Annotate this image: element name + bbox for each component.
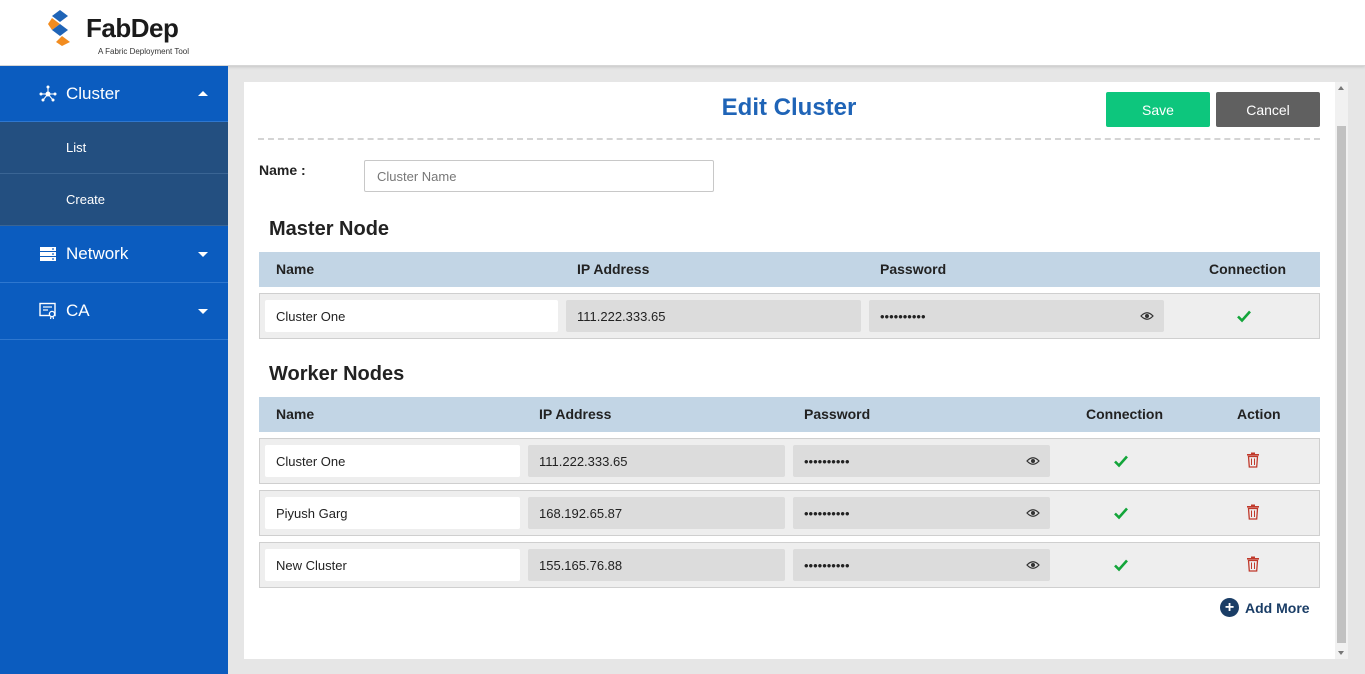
app-name: FabDep: [86, 13, 179, 43]
node-name-input[interactable]: [265, 445, 520, 477]
sidebar: Cluster List Create Network CA: [0, 66, 228, 674]
trash-icon[interactable]: [1246, 504, 1260, 520]
worker-nodes-title: Worker Nodes: [269, 363, 405, 385]
column-header-action: Action: [1237, 406, 1281, 422]
name-label: Name :: [259, 162, 306, 178]
column-header-name: Name: [276, 406, 315, 422]
worker-table-header: Name IP Address Password Connection Acti…: [259, 397, 1320, 432]
trash-icon[interactable]: [1246, 556, 1260, 572]
sidebar-subitem-create[interactable]: Create: [0, 174, 228, 226]
scroll-up-arrow-icon[interactable]: [1338, 86, 1344, 90]
column-header-name: Name: [276, 261, 315, 277]
node-password-input[interactable]: [793, 549, 1050, 581]
node-ip-input[interactable]: [528, 497, 785, 529]
server-icon: [38, 244, 58, 264]
column-header-ip: IP Address: [577, 261, 650, 277]
app-logo[interactable]: FabDep A Fabric Deployment Tool: [48, 10, 208, 58]
scrollbar-thumb[interactable]: [1337, 126, 1346, 643]
eye-icon[interactable]: [1026, 455, 1040, 467]
column-header-ip: IP Address: [539, 406, 612, 422]
column-header-connection: Connection: [1209, 261, 1286, 277]
certificate-icon: [38, 301, 58, 321]
add-more-button[interactable]: + Add More: [1220, 598, 1310, 617]
column-header-password: Password: [880, 261, 947, 277]
chevron-up-icon: [198, 90, 208, 96]
master-node-title: Master Node: [269, 218, 390, 240]
eye-icon[interactable]: [1026, 507, 1040, 519]
node-password-input[interactable]: [869, 300, 1164, 332]
sidebar-subitem-list[interactable]: List: [0, 122, 228, 174]
eye-icon[interactable]: [1026, 559, 1040, 571]
plus-circle-icon: +: [1220, 598, 1239, 617]
sidebar-item-ca[interactable]: CA: [0, 283, 228, 340]
sidebar-item-label: CA: [66, 301, 90, 320]
sidebar-item-cluster[interactable]: Cluster: [0, 66, 228, 122]
master-node-row: [259, 293, 1320, 339]
divider: [258, 138, 1320, 140]
top-header: FabDep A Fabric Deployment Tool: [0, 0, 1365, 66]
save-button[interactable]: Save: [1106, 92, 1210, 127]
node-name-input[interactable]: [265, 497, 520, 529]
worker-node-row: [259, 542, 1320, 588]
sidebar-item-label: Network: [66, 244, 129, 263]
cancel-button[interactable]: Cancel: [1216, 92, 1320, 127]
node-ip-input[interactable]: [528, 549, 785, 581]
chevron-down-icon: [198, 309, 208, 314]
check-icon: [1114, 507, 1128, 520]
scroll-down-arrow-icon[interactable]: [1338, 651, 1344, 655]
node-password-input[interactable]: [793, 445, 1050, 477]
sidebar-item-network[interactable]: Network: [0, 226, 228, 283]
worker-node-row: [259, 490, 1320, 536]
eye-icon[interactable]: [1140, 310, 1154, 322]
column-header-connection: Connection: [1086, 406, 1163, 422]
fabdep-logo-icon: [48, 10, 70, 46]
chevron-down-icon: [198, 252, 208, 257]
edit-cluster-panel: Edit Cluster Save Cancel Name : Master N…: [244, 82, 1348, 659]
app-tagline: A Fabric Deployment Tool: [98, 47, 190, 56]
vertical-scrollbar[interactable]: [1335, 82, 1348, 659]
cluster-name-input[interactable]: [364, 160, 714, 192]
sidebar-item-label: Cluster: [66, 83, 120, 103]
node-name-input[interactable]: [265, 549, 520, 581]
add-more-label: Add More: [1245, 599, 1310, 616]
node-ip-input[interactable]: [528, 445, 785, 477]
node-ip-input[interactable]: [566, 300, 861, 332]
check-icon: [1114, 455, 1128, 468]
column-header-password: Password: [804, 406, 871, 422]
worker-node-row: [259, 438, 1320, 484]
check-icon: [1237, 310, 1251, 323]
node-name-input[interactable]: [265, 300, 558, 332]
node-password-input[interactable]: [793, 497, 1050, 529]
master-table-header: Name IP Address Password Connection: [259, 252, 1320, 287]
trash-icon[interactable]: [1246, 452, 1260, 468]
cluster-icon: [38, 84, 58, 104]
check-icon: [1114, 559, 1128, 572]
